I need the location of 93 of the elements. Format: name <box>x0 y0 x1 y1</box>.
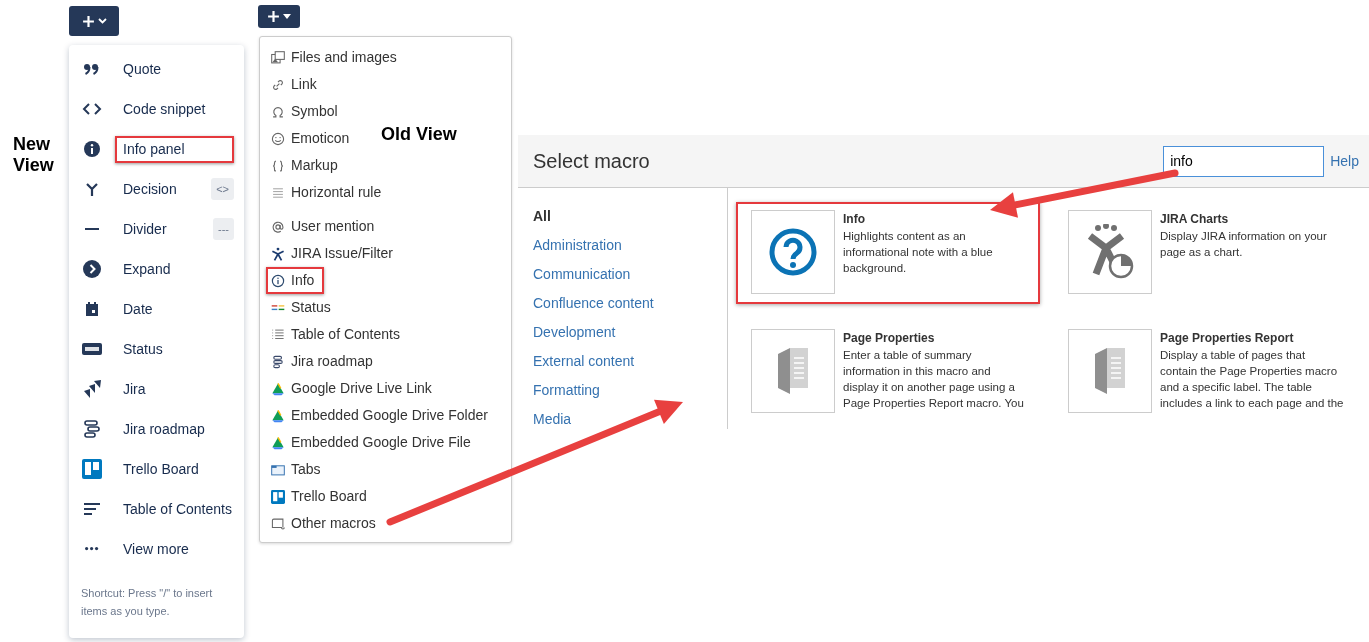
menu-item[interactable]: Quote <box>69 49 244 89</box>
macro-card[interactable]: Info Highlights content as an informational note with a blue background. <box>736 202 1040 304</box>
triangle-icon <box>271 408 285 423</box>
macro-title: Page Properties <box>843 329 936 347</box>
category-link[interactable]: Development <box>533 318 727 347</box>
lines-icon <box>271 185 285 200</box>
macro-card[interactable]: Page Properties Enter a table of summary information in this macro and display it on another page using a Page Properties Report macro. You <box>736 320 1040 423</box>
figure-icon <box>271 246 285 261</box>
menu-item[interactable]: Date <box>69 289 244 329</box>
menu-item[interactable]: JIRA Issue/Filter <box>266 240 403 267</box>
tabs-icon <box>271 462 285 477</box>
more-icon <box>85 547 99 551</box>
shortcut-hint: --- <box>213 217 234 241</box>
board-icon <box>82 459 102 479</box>
chevron-down-icon <box>97 18 107 24</box>
menu-item[interactable]: User mention <box>266 213 385 240</box>
minus-icon <box>85 228 99 230</box>
menu-item[interactable]: Table of Contents <box>266 321 410 348</box>
caret-icon <box>283 14 291 19</box>
dialog-title: Select macro <box>533 149 650 174</box>
menu-item[interactable]: Expand <box>69 249 244 289</box>
link-icon <box>271 77 285 92</box>
menu-item[interactable]: Embedded Google Drive File <box>266 429 481 456</box>
list-icon <box>271 327 285 342</box>
triangle-icon <box>271 381 285 396</box>
menu-item[interactable]: Status <box>266 294 341 321</box>
chevron-circle-icon <box>82 259 102 279</box>
menu-item[interactable]: Embedded Google Drive Folder <box>266 402 498 429</box>
menu-item[interactable]: View more <box>69 529 244 569</box>
macro-description: Display JIRA information on your page as a chart. <box>1160 229 1328 260</box>
triangle-icon <box>271 435 285 450</box>
macro-description: Highlights content as an informational note with a blue background. <box>843 229 994 276</box>
menu-item[interactable]: Link <box>266 71 327 98</box>
roadmap-icon <box>82 419 102 439</box>
question-circle-icon <box>768 227 818 277</box>
omega-icon <box>271 104 285 119</box>
view-label: New View <box>13 134 55 176</box>
menu-item[interactable]: Files and images <box>266 44 407 71</box>
macro-title: Page Properties Report <box>1160 329 1295 347</box>
macro-title: JIRA Charts <box>1160 211 1230 228</box>
category-link[interactable]: Formatting <box>533 376 727 405</box>
menu-item[interactable]: Decision <> <box>69 169 244 209</box>
category-link[interactable]: Media <box>533 405 727 434</box>
board-icon <box>271 489 285 504</box>
macro-description: Enter a table of summary information in this macro and display it on another page using a Page Properties Report macro. You <box>843 347 1025 411</box>
images-icon <box>271 50 285 65</box>
macro-card[interactable]: JIRA Charts Display JIRA information on your page as a chart. <box>1053 202 1357 304</box>
menu-item[interactable]: Google Drive Live Link <box>266 375 442 402</box>
menu-item[interactable]: Symbol <box>266 98 348 125</box>
menu-item[interactable]: Jira <box>69 369 244 409</box>
roadmap-icon <box>271 354 285 369</box>
category-link[interactable]: Communication <box>533 260 727 289</box>
menu-item[interactable]: Markup <box>266 152 348 179</box>
info-icon <box>271 273 285 288</box>
category-link[interactable]: Administration <box>533 231 727 260</box>
plus-icon <box>267 10 280 23</box>
menu-item[interactable]: Status <box>69 329 244 369</box>
menu-item[interactable]: Jira roadmap <box>266 348 383 375</box>
insert-button[interactable] <box>258 5 300 28</box>
menu-item[interactable]: Emoticon <box>266 125 360 152</box>
info-icon <box>82 139 102 159</box>
menu-item[interactable]: Tabs <box>266 456 331 483</box>
menu-item[interactable]: Trello Board <box>69 449 244 489</box>
plus-icon <box>81 14 95 28</box>
view-label: Old View <box>381 124 458 145</box>
category-link[interactable]: All <box>533 202 727 231</box>
menu-item[interactable]: Info <box>266 267 325 294</box>
insert-button[interactable] <box>69 6 119 36</box>
smiley-icon <box>271 131 285 146</box>
menu-item[interactable]: Horizontal rule <box>266 179 392 206</box>
macro-card[interactable]: Page Properties Report Display a table of pages that contain the Page Properties macro and a specific label. The table includes a link to each page and the <box>1053 320 1357 423</box>
macro-title: Info <box>843 211 866 228</box>
figure-chart-icon <box>1086 224 1134 280</box>
shortcut-hint: <> <box>211 177 234 201</box>
category-link[interactable]: Confluence content <box>533 289 727 318</box>
shortcut-hint-text: Shortcut: Press "/" to insert items as you type. <box>80 586 214 619</box>
scroll-icon <box>271 516 285 531</box>
braces-icon <box>271 158 285 173</box>
menu-item[interactable]: Code snippet <box>69 89 244 129</box>
stacked-chevrons-icon <box>82 379 102 399</box>
at-icon <box>271 219 285 234</box>
category-link[interactable]: External content <box>533 347 727 376</box>
document-icon <box>1093 345 1127 396</box>
document-icon <box>776 345 810 396</box>
help-link[interactable]: Help <box>1330 150 1359 172</box>
menu-item[interactable]: Other macros <box>266 510 386 537</box>
search-field[interactable]: info <box>1163 145 1325 177</box>
macro-description: Display a table of pages that contain the Page Properties macro and a specific label. The table includes a link to each page and the <box>1160 347 1345 411</box>
menu-item[interactable]: Table of Contents <box>69 489 244 529</box>
menu-item[interactable]: Trello Board <box>266 483 377 510</box>
menu-item[interactable]: Jira roadmap <box>69 409 244 449</box>
menu-item[interactable]: Divider --- <box>69 209 244 249</box>
menu-item[interactable]: Info panel <box>69 129 244 169</box>
